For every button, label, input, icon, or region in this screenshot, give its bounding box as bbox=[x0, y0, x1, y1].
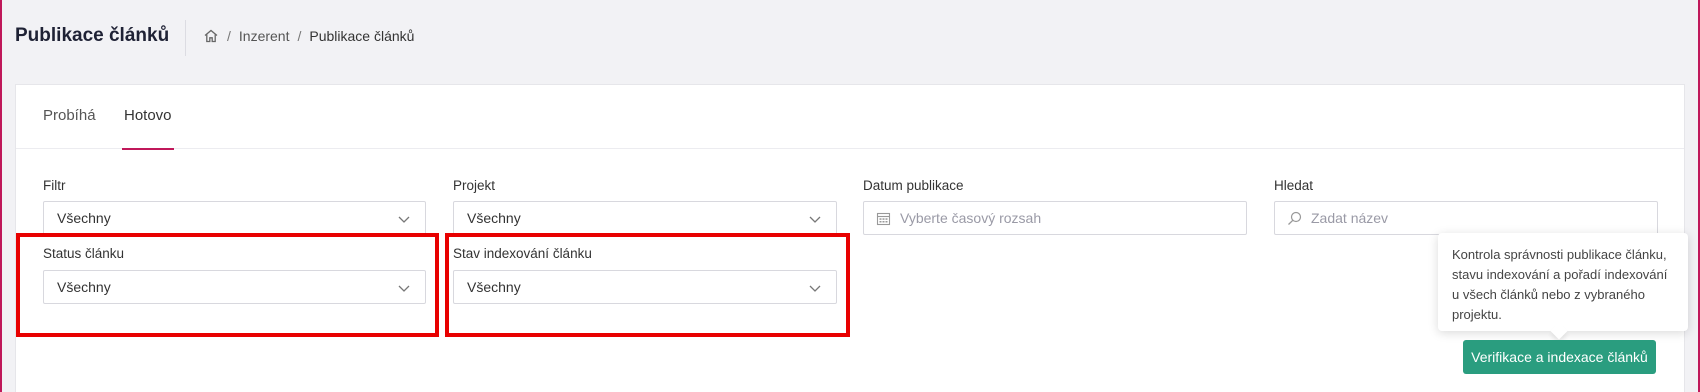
date-range-placeholder: Vyberte časový rozsah bbox=[900, 210, 1042, 226]
projekt-select-value: Všechny bbox=[467, 210, 521, 226]
chevron-down-icon bbox=[398, 216, 410, 223]
chevron-down-icon bbox=[809, 285, 821, 292]
datum-label: Datum publikace bbox=[863, 178, 964, 193]
calendar-icon bbox=[876, 212, 891, 226]
stav-indexovani-label: Stav indexování článku bbox=[453, 246, 592, 261]
filtr-label: Filtr bbox=[43, 178, 66, 193]
projekt-label: Projekt bbox=[453, 178, 496, 193]
filtr-select[interactable]: Všechny bbox=[43, 201, 426, 235]
breadcrumb-separator: / bbox=[227, 28, 231, 44]
content-card: Probíhá Hotovo Filtr Všechny Projekt Vše… bbox=[15, 84, 1685, 392]
tab-hotovo[interactable]: Hotovo bbox=[122, 107, 174, 150]
stav-indexovani-select-value: Všechny bbox=[467, 279, 521, 295]
title-divider bbox=[185, 20, 186, 56]
tab-probiha[interactable]: Probíhá bbox=[43, 107, 96, 149]
breadcrumb-item-inzerent[interactable]: Inzerent bbox=[239, 28, 290, 44]
tab-bar: Probíhá Hotovo bbox=[16, 85, 1684, 150]
filtr-select-value: Všechny bbox=[57, 210, 111, 226]
chevron-down-icon bbox=[398, 285, 410, 292]
verify-index-button[interactable]: Verifikace a indexace článků bbox=[1463, 340, 1656, 374]
status-select[interactable]: Všechny bbox=[43, 270, 426, 304]
breadcrumb-item-current: Publikace článků bbox=[309, 28, 415, 44]
home-icon[interactable] bbox=[203, 28, 219, 44]
breadcrumb: / Inzerent / Publikace článků bbox=[203, 28, 414, 44]
date-range-input[interactable]: Vyberte časový rozsah bbox=[863, 201, 1247, 235]
verify-tooltip: Kontrola správnosti publikace článku, st… bbox=[1438, 233, 1688, 331]
stav-indexovani-select[interactable]: Všechny bbox=[453, 270, 837, 304]
status-select-value: Všechny bbox=[57, 279, 111, 295]
projekt-select[interactable]: Všechny bbox=[453, 201, 837, 235]
search-icon bbox=[1288, 211, 1302, 225]
breadcrumb-separator: / bbox=[297, 28, 302, 44]
search-input[interactable]: Zadat název bbox=[1274, 201, 1658, 235]
status-label: Status článku bbox=[43, 246, 125, 261]
page-title: Publikace článků bbox=[15, 25, 170, 46]
search-placeholder: Zadat název bbox=[1311, 210, 1389, 226]
hledat-label: Hledat bbox=[1274, 178, 1314, 193]
page-header: Publikace článků / Inzerent / Publikace … bbox=[0, 0, 1700, 76]
chevron-down-icon bbox=[809, 216, 821, 223]
